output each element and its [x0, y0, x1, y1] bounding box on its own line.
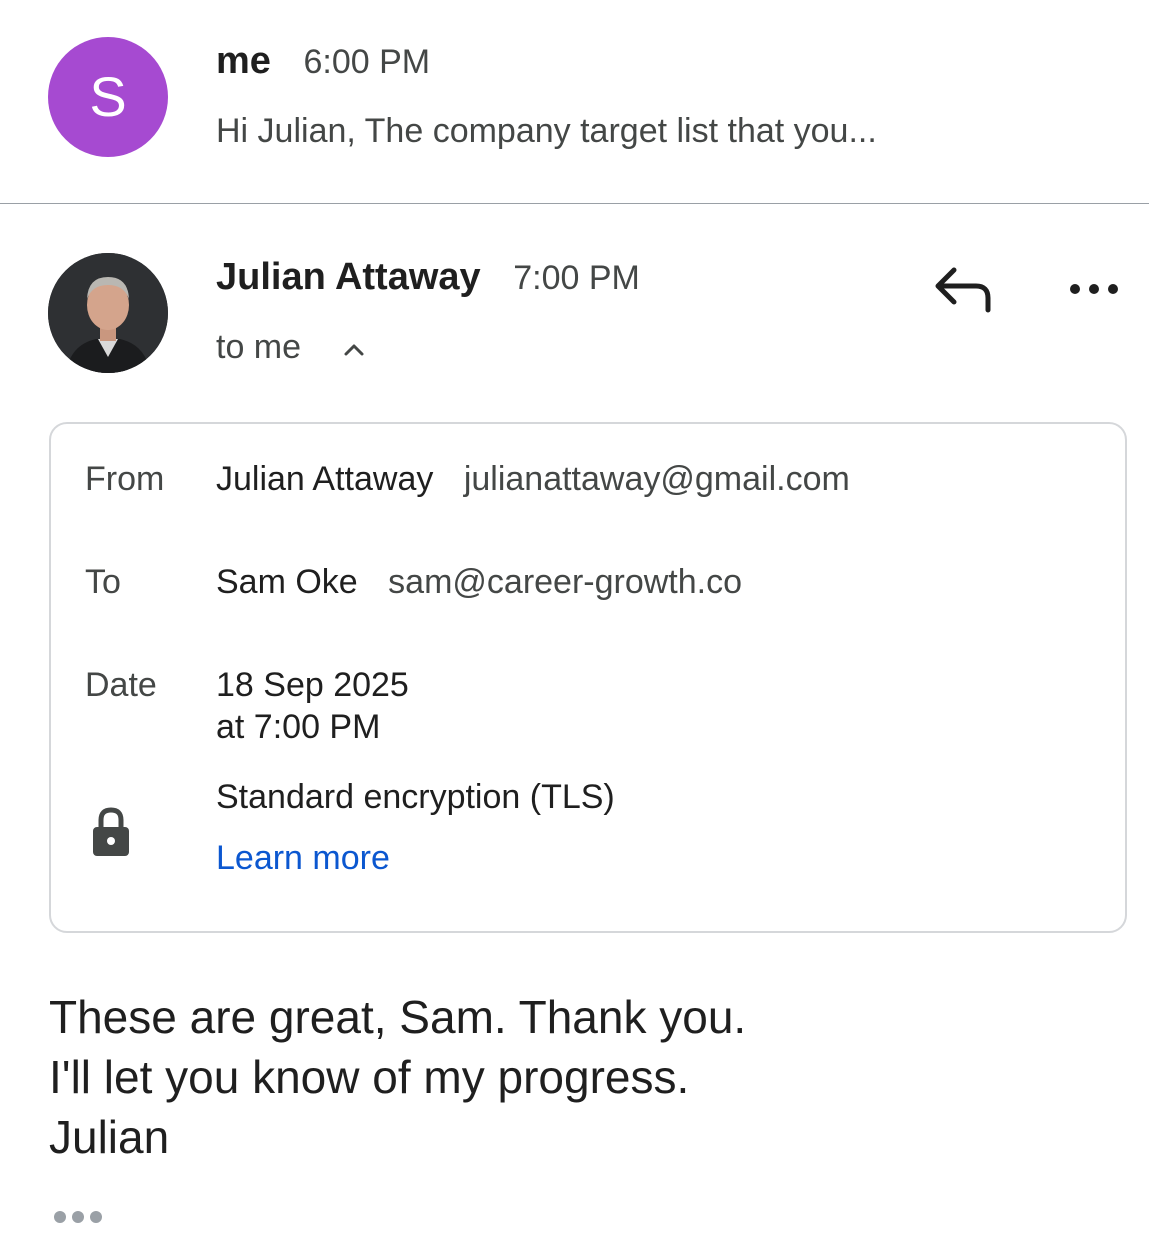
encryption-text: Standard encryption (TLS) — [216, 778, 615, 816]
recipient-summary[interactable]: to me — [216, 328, 301, 367]
previous-message-time: 6:00 PM — [303, 43, 431, 81]
previous-message-header[interactable]: me 6:00 PM — [216, 40, 430, 83]
chevron-up-icon[interactable] — [340, 336, 368, 364]
lock-icon — [93, 807, 129, 856]
avatar-photo-image — [48, 253, 168, 373]
show-trimmed-content-icon[interactable] — [52, 1208, 104, 1226]
current-message-header[interactable]: Julian Attaway 7:00 PM — [216, 256, 640, 299]
from-row: Julian Attaway julianattaway@gmail.com — [216, 460, 850, 499]
learn-more-link[interactable]: Learn more — [216, 839, 390, 878]
avatar-me[interactable]: S — [48, 37, 168, 157]
from-email[interactable]: julianattaway@gmail.com — [464, 460, 850, 498]
to-name: Sam Oke — [216, 563, 358, 601]
to-email[interactable]: sam@career-growth.co — [388, 563, 742, 601]
previous-message-snippet[interactable]: Hi Julian, The company target list that … — [216, 112, 877, 151]
more-options-icon[interactable] — [1066, 278, 1122, 300]
to-label: To — [85, 563, 121, 601]
date-line-1: 18 Sep 2025 — [216, 666, 409, 704]
body-line-2: I'll let you know of my progress. — [49, 1051, 690, 1103]
sender-name: Julian Attaway — [216, 256, 481, 298]
from-label: From — [85, 460, 165, 498]
avatar-julian[interactable] — [48, 253, 168, 373]
reply-icon[interactable] — [932, 262, 994, 316]
from-name: Julian Attaway — [216, 460, 434, 498]
body-line-1: These are great, Sam. Thank you. — [49, 991, 747, 1043]
to-row: Sam Oke sam@career-growth.co — [216, 563, 742, 602]
message-time: 7:00 PM — [513, 259, 640, 297]
date-line-2: at 7:00 PM — [216, 708, 381, 746]
date-label: Date — [85, 666, 157, 704]
message-divider — [0, 203, 1149, 204]
previous-sender-name: me — [216, 40, 271, 82]
body-line-3: Julian — [49, 1111, 170, 1163]
